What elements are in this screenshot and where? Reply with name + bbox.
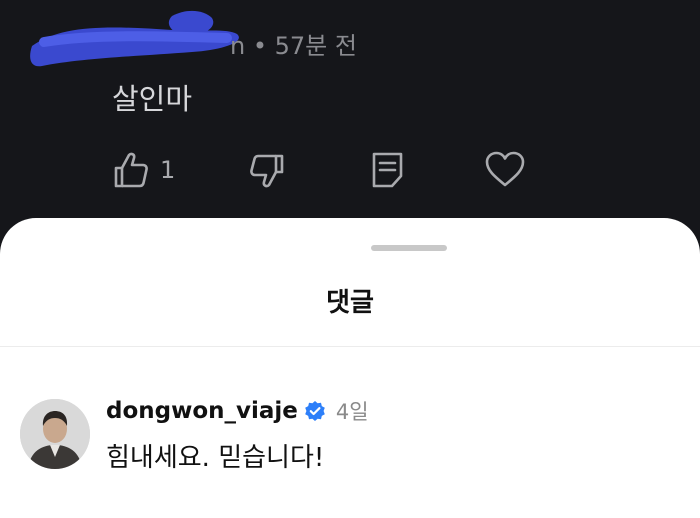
thumbs-up-icon [114,152,148,188]
dislike-button[interactable] [248,150,288,190]
avatar-photo-icon [20,399,90,469]
sheet-drag-handle[interactable] [371,245,447,251]
like-button[interactable]: 1 [110,150,175,190]
avatar[interactable] [20,399,90,469]
verified-badge-icon [305,401,325,421]
heart-button[interactable] [484,150,526,190]
reply-button[interactable] [368,150,408,190]
redaction-scribble [30,10,239,67]
heart-icon [485,151,525,187]
comment-text: 살인마 [112,82,193,116]
original-comment: n • 57분 전 살인마 1 [0,0,700,250]
reply-time: 4일 [335,400,369,424]
comments-sheet: 댓글 dongwon_viaje 4일 힘내세요. 믿습니다! [0,218,700,518]
reply-icon [372,152,403,188]
reply-text: 힘내세요. 믿습니다! [106,443,325,473]
reply-header: dongwon_viaje 4일 [106,396,369,426]
sheet-divider [0,346,700,347]
thumbs-down-icon [250,154,284,188]
username[interactable]: dongwon_viaje [106,398,298,424]
comment-meta: n • 57분 전 [230,26,357,61]
like-count: 1 [160,156,176,184]
reply-comment: dongwon_viaje 4일 힘내세요. 믿습니다! [18,394,698,494]
sheet-title: 댓글 [326,288,374,318]
comment-meta-time: n • 57분 전 [230,32,357,60]
